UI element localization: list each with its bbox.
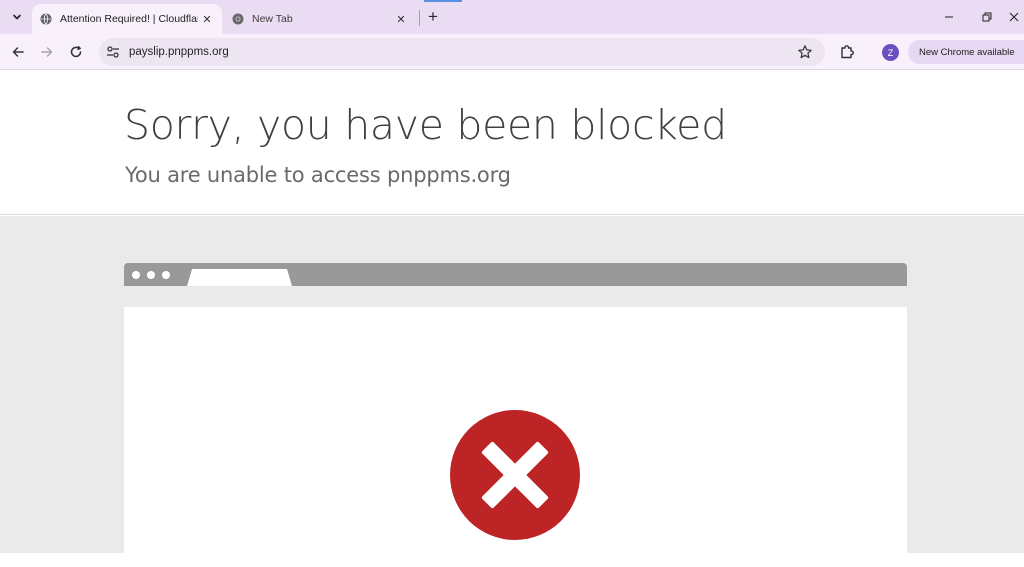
browser-illustration-bar [124,263,907,286]
globe-icon [40,13,52,25]
back-button[interactable] [6,40,30,64]
minimize-button[interactable] [936,6,962,28]
tab-close-icon[interactable]: ✕ [392,10,410,28]
tab-cloudflare[interactable]: Attention Required! | Cloudflare ✕ [32,4,222,34]
page-header: Sorry, you have been blocked You are una… [0,71,1024,215]
reload-icon [70,45,82,58]
restore-icon [982,12,992,22]
restore-button[interactable] [974,6,1000,28]
bookmark-star-icon[interactable] [797,44,813,60]
tab-title: New Tab [252,13,293,25]
address-bar[interactable]: payslip.pnppms.org [99,38,825,66]
update-chrome-button[interactable]: New Chrome available [908,40,1024,64]
x-circle-icon [450,410,580,540]
extensions-puzzle-icon[interactable] [838,43,856,61]
tab-new-tab[interactable]: New Tab ✕ [224,4,416,34]
reload-button[interactable] [64,40,88,64]
arrow-right-icon [41,47,53,57]
new-tab-indicator [424,0,462,2]
minimize-icon [945,16,953,18]
page-content: Sorry, you have been blocked You are una… [0,71,1024,567]
tab-title: Attention Required! | Cloudflare [60,13,198,25]
close-window-button[interactable] [1004,6,1024,28]
arrow-left-icon [12,47,24,57]
close-icon [1009,12,1019,22]
window-dot [147,271,155,279]
new-tab-button[interactable]: + [422,6,444,28]
browser-toolbar: payslip.pnppms.org Z New Chrome availabl… [0,34,1024,70]
site-info-icon[interactable] [105,44,121,60]
tab-divider [419,10,420,26]
page-subtitle: You are unable to access pnppms.org [125,163,511,187]
page-title: Sorry, you have been blocked [124,101,727,149]
tab-search-button[interactable] [6,6,28,28]
illustration-tab [187,269,292,286]
window-dot [132,271,140,279]
browser-illustration-window [124,307,907,567]
x-mark [481,441,549,509]
chevron-down-icon [13,14,21,20]
forward-button[interactable] [35,40,59,64]
profile-avatar[interactable]: Z [882,44,899,61]
window-dot [162,271,170,279]
tab-close-icon[interactable]: ✕ [198,10,216,28]
url-text[interactable]: payslip.pnppms.org [129,46,797,58]
tab-strip: Attention Required! | Cloudflare ✕ New T… [0,0,1024,34]
chrome-icon [232,13,244,25]
